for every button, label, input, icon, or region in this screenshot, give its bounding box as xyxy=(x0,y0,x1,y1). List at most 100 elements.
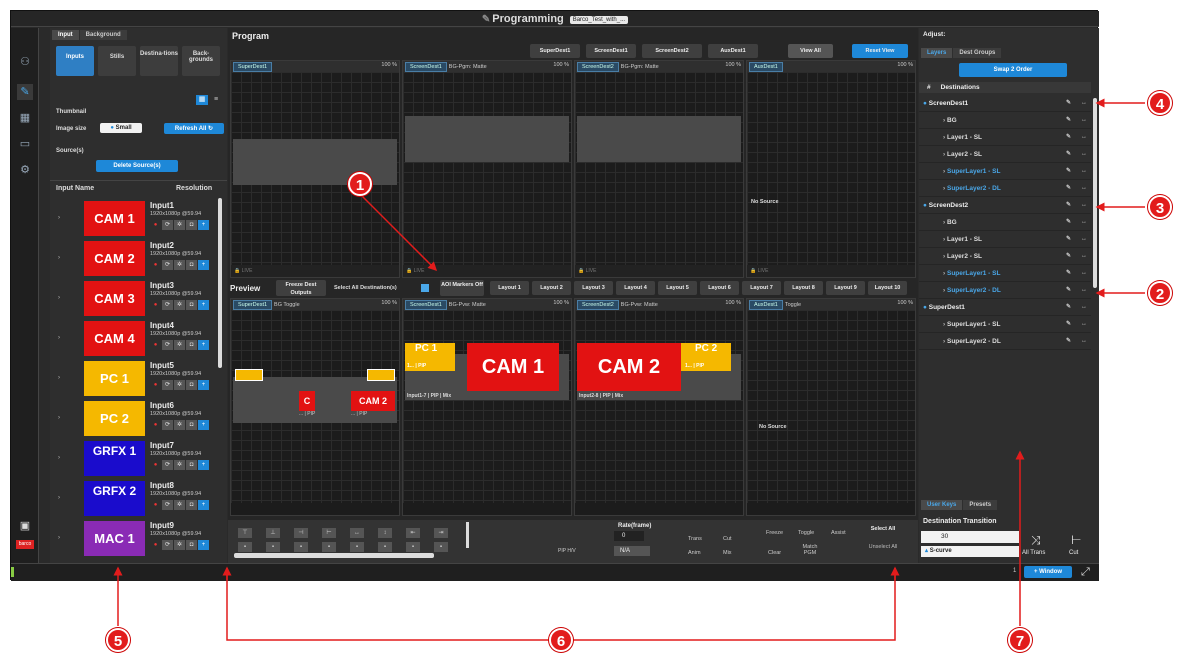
settings-icon[interactable]: ✲ xyxy=(174,500,185,510)
layout-button[interactable]: Layout 3 xyxy=(574,281,613,295)
wrench-icon[interactable]: ✎ xyxy=(1066,180,1071,197)
clear-button[interactable]: Clear xyxy=(768,550,781,556)
all-trans-button[interactable]: All Trans xyxy=(1022,550,1045,556)
cam1-layer[interactable]: CAM 1 xyxy=(467,343,559,391)
tab-stills[interactable]: Stills xyxy=(98,46,136,76)
wrench-icon[interactable]: ✎ xyxy=(1066,248,1071,265)
settings-icon[interactable]: ✲ xyxy=(174,460,185,470)
tab-presets[interactable]: Presets xyxy=(963,500,998,510)
dest-label[interactable]: ScreenDest2 xyxy=(577,300,619,310)
tab-input[interactable]: Input xyxy=(52,30,79,40)
settings-icon[interactable]: ✲ xyxy=(174,300,185,310)
dest-label[interactable]: SuperDest1 xyxy=(233,300,273,310)
network-icon[interactable]: ⚇ xyxy=(17,54,33,70)
distribute-tool-icon[interactable]: ▪ xyxy=(322,542,336,552)
add-icon[interactable]: + xyxy=(198,220,209,230)
view-all-button[interactable]: View All xyxy=(788,44,833,58)
toggle-button[interactable]: Toggle xyxy=(798,530,814,536)
layout-button[interactable]: Layout 1 xyxy=(490,281,529,295)
delete-sources-button[interactable]: Delete Source(s) xyxy=(96,160,178,172)
sync-icon[interactable]: ⟳ xyxy=(162,340,173,350)
zoom-controls[interactable]: 100 % xyxy=(897,300,913,306)
settings-icon[interactable]: ✲ xyxy=(174,220,185,230)
programming-icon[interactable]: ✎ xyxy=(17,84,33,100)
expand-caret-icon[interactable]: › xyxy=(58,295,60,301)
wrench-icon[interactable]: ✎ xyxy=(1066,231,1071,248)
dest-row[interactable]: › SuperLayer2 - DL ✎ ↔ xyxy=(919,282,1091,299)
dest-row[interactable]: › SuperLayer2 - DL ✎ ↔ xyxy=(919,333,1091,350)
wrench-icon[interactable]: ✎ xyxy=(1066,265,1071,282)
link-icon[interactable]: ↔ xyxy=(1081,231,1087,248)
lock-icon[interactable]: 🔒 xyxy=(578,268,586,274)
camera-icon[interactable]: ◘ xyxy=(186,420,197,430)
cam-layer[interactable]: C xyxy=(299,391,315,411)
expand-caret-icon[interactable]: › xyxy=(58,455,60,461)
tab-backgrounds[interactable]: Back-grounds xyxy=(182,46,220,76)
dest-row[interactable]: › BG ✎ ↔ xyxy=(919,214,1091,231)
grid-icon[interactable]: ▦ xyxy=(17,110,33,126)
image-size-select[interactable]: ● Small xyxy=(100,123,142,133)
fullscreen-icon[interactable]: ⤢ xyxy=(1081,566,1090,579)
list-item[interactable]: › CAM 3 Input3 1920x1080p @59.94 ● ⟳ ✲ ◘ + xyxy=(56,279,226,318)
layout-button[interactable]: Layout 5 xyxy=(658,281,697,295)
wrench-icon[interactable]: ✎ xyxy=(1066,197,1071,214)
link-icon[interactable]: ↔ xyxy=(1081,197,1087,214)
program-auxdest1-button[interactable]: AuxDest1 xyxy=(708,44,758,58)
align-tool-icon[interactable]: ⇥ xyxy=(434,528,448,538)
add-icon[interactable]: + xyxy=(198,540,209,550)
align-tool-icon[interactable]: ↕ xyxy=(378,528,392,538)
layout-button[interactable]: Layout 4 xyxy=(616,281,655,295)
dest-row[interactable]: › SuperLayer1 - SL ✎ ↔ xyxy=(919,163,1091,180)
zoom-controls[interactable]: 100 % xyxy=(553,300,569,306)
align-tool-icon[interactable]: ⊤ xyxy=(238,528,252,538)
monitor-icon[interactable]: ▭ xyxy=(17,136,33,152)
dest-row[interactable]: › SuperLayer1 - SL ✎ ↔ xyxy=(919,265,1091,282)
cam-layer[interactable]: CAM 2 xyxy=(351,391,395,411)
dest-row[interactable]: › Layer2 - SL ✎ ↔ xyxy=(919,146,1091,163)
list-item[interactable]: › PC 2 Input6 1920x1080p @59.94 ● ⟳ ✲ ◘ + xyxy=(56,399,226,438)
lock-icon[interactable]: 🔒 xyxy=(234,268,242,274)
sync-icon[interactable]: ⟳ xyxy=(162,260,173,270)
align-tool-icon[interactable]: ⇤ xyxy=(406,528,420,538)
program-view[interactable]: ScreenDest1 BG-Pgm: Matte 100 % 🔒 LIVE xyxy=(402,60,572,278)
program-view[interactable]: AuxDest1 100 % No Source 🔒 LIVE xyxy=(746,60,916,278)
link-icon[interactable]: ↔ xyxy=(1081,316,1087,333)
list-item[interactable]: › CAM 2 Input2 1920x1080p @59.94 ● ⟳ ✲ ◘ + xyxy=(56,239,226,278)
camera-icon[interactable]: ◘ xyxy=(186,500,197,510)
program-screendest2-button[interactable]: ScreenDest2 xyxy=(642,44,702,58)
horizontal-scrollbar[interactable] xyxy=(234,553,434,558)
save-icon[interactable]: ▣ xyxy=(17,518,33,534)
layout-button[interactable]: Layout 8 xyxy=(784,281,823,295)
settings-icon[interactable]: ✲ xyxy=(174,420,185,430)
align-tool-icon[interactable]: ⊣ xyxy=(294,528,308,538)
link-icon[interactable]: ↔ xyxy=(1081,282,1087,299)
distribute-tool-icon[interactable]: ▪ xyxy=(266,542,280,552)
source-tile[interactable]: PC 1 xyxy=(84,361,145,396)
camera-icon[interactable]: ◘ xyxy=(186,300,197,310)
dest-row[interactable]: ● ScreenDest1 ✎ ↔ xyxy=(919,95,1091,112)
source-tile[interactable]: MAC 1 xyxy=(84,521,145,556)
freeze-button[interactable]: Freeze xyxy=(766,530,783,536)
sync-icon[interactable]: ⟳ xyxy=(162,420,173,430)
wrench-icon[interactable]: ✎ xyxy=(1066,299,1071,316)
list-item[interactable]: › MAC 1 Input9 1920x1080p @59.94 ● ⟳ ✲ ◘ + xyxy=(56,519,226,558)
transition-curve-select[interactable]: ▴ S-curve xyxy=(921,546,1019,557)
source-tile[interactable]: PC 2 xyxy=(84,401,145,436)
dest-label[interactable]: AuxDest1 xyxy=(749,62,783,72)
swap-order-button[interactable]: Swap 2 Order xyxy=(959,63,1067,77)
layout-button[interactable]: Layout 10 xyxy=(868,281,907,295)
source-tile[interactable]: CAM 2 xyxy=(84,241,145,276)
expand-caret-icon[interactable]: › xyxy=(58,255,60,261)
source-tile[interactable]: CAM 4 xyxy=(84,321,145,356)
source-tile[interactable]: GRFX 1 xyxy=(84,441,145,476)
list-item[interactable]: › CAM 1 Input1 1920x1080p @59.94 ● ⟳ ✲ ◘ + xyxy=(56,199,226,238)
tab-layers[interactable]: Layers xyxy=(921,48,953,58)
tab-inputs[interactable]: Inputs xyxy=(56,46,94,76)
pc-layer-thumb[interactable] xyxy=(367,369,395,381)
cut-button[interactable]: Cut xyxy=(1069,550,1078,556)
camera-icon[interactable]: ◘ xyxy=(186,220,197,230)
destinations-scrollbar[interactable] xyxy=(1093,98,1097,288)
dest-label[interactable]: ScreenDest1 xyxy=(405,300,447,310)
expand-caret-icon[interactable]: › xyxy=(58,375,60,381)
link-icon[interactable]: ↔ xyxy=(1081,163,1087,180)
